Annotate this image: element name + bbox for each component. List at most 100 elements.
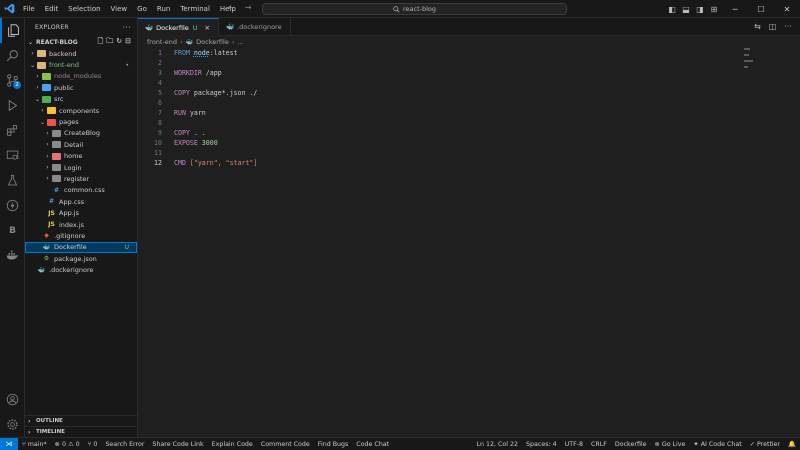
ai-code-chat-button[interactable]: ✦ AI Code Chat bbox=[689, 441, 745, 448]
settings-gear-icon[interactable] bbox=[0, 412, 25, 437]
close-window-icon[interactable]: ✕ bbox=[774, 0, 800, 18]
testing-flask-icon[interactable] bbox=[0, 168, 25, 193]
language-mode[interactable]: Dockerfile bbox=[611, 441, 651, 448]
remote-indicator-icon[interactable]: ⋊ bbox=[0, 437, 18, 450]
breadcrumb-more[interactable]: ... bbox=[237, 38, 243, 46]
compare-changes-icon[interactable]: ⇆ bbox=[754, 22, 761, 31]
command-center-search[interactable]: react-blog bbox=[262, 3, 567, 15]
breadcrumb-folder[interactable]: front-end bbox=[147, 38, 177, 46]
status-explain-code[interactable]: Explain Code bbox=[208, 441, 257, 448]
forward-arrow-icon[interactable]: → bbox=[245, 3, 252, 12]
tree-file[interactable]: 🐳 .dockerignore bbox=[25, 264, 137, 275]
tree-folder[interactable]: ⌄ front-end • bbox=[25, 59, 137, 70]
tree-folder[interactable]: › register bbox=[25, 173, 137, 184]
collapse-all-icon[interactable]: ⊟ bbox=[125, 37, 131, 48]
explorer-icon[interactable] bbox=[0, 18, 25, 43]
code-token: EXPOSE bbox=[174, 139, 202, 147]
go-live-button[interactable]: ⊚ Go Live bbox=[651, 441, 690, 448]
minimap[interactable] bbox=[744, 48, 758, 68]
tree-item-label: Login bbox=[64, 163, 82, 172]
code-line: 6 bbox=[138, 98, 800, 108]
menu-item-file[interactable]: File bbox=[18, 0, 40, 18]
lightning-icon[interactable] bbox=[0, 193, 25, 218]
close-tab-icon[interactable]: ✕ bbox=[205, 24, 210, 32]
tree-folder[interactable]: ⌄ src bbox=[25, 94, 137, 105]
code-editor[interactable]: 1 FROM node:latest 2 3 WORKDIR /app 4 5 COPY pa… bbox=[138, 48, 800, 168]
toggle-panel-icon[interactable]: ⬓ bbox=[680, 3, 692, 15]
extensions-icon[interactable] bbox=[0, 118, 25, 143]
prettier-button[interactable]: ✓ Prettier bbox=[746, 441, 784, 448]
tree-file[interactable]: ⚙ package.json bbox=[25, 253, 137, 264]
docker-file-icon: 🐳 bbox=[145, 23, 154, 32]
b-extension-icon[interactable]: B bbox=[0, 218, 25, 243]
accounts-icon[interactable] bbox=[0, 387, 25, 412]
folder-icon bbox=[52, 129, 61, 137]
tree-file[interactable]: JS App.js bbox=[25, 207, 137, 218]
new-folder-icon[interactable]: 🗀 bbox=[106, 37, 113, 48]
ports-indicator[interactable]: ⑂ 0 bbox=[84, 441, 102, 448]
tree-folder[interactable]: › Detail bbox=[25, 139, 137, 150]
tree-file[interactable]: ◆ .gitignore bbox=[25, 230, 137, 241]
menu-item-edit[interactable]: Edit bbox=[40, 0, 64, 18]
status-code-chat[interactable]: Code Chat bbox=[352, 441, 393, 448]
tree-folder[interactable]: › node_modules bbox=[25, 71, 137, 82]
folder-icon bbox=[42, 72, 51, 80]
menu-item-selection[interactable]: Selection bbox=[63, 0, 105, 18]
status-find-bugs[interactable]: Find Bugs bbox=[314, 441, 353, 448]
git-branch-icon: ⑂ bbox=[22, 440, 26, 448]
tree-folder[interactable]: › CreateBlog bbox=[25, 128, 137, 139]
run-debug-icon[interactable] bbox=[0, 93, 25, 118]
notifications-bell-icon[interactable]: 🔔 bbox=[784, 440, 800, 448]
split-editor-icon[interactable]: ◫ bbox=[769, 22, 777, 31]
timeline-section[interactable]: › TIMELINE bbox=[25, 426, 138, 437]
menu-item-go[interactable]: Go bbox=[132, 0, 152, 18]
branch-indicator[interactable]: ⑂ main* bbox=[18, 441, 51, 448]
tree-folder[interactable]: › public bbox=[25, 82, 137, 93]
editor-tabs: 🐳 Dockerfile U ✕ 🐳 .dockerignore ⇆ ◫ ··· bbox=[138, 18, 800, 36]
tree-file[interactable]: JS index.js bbox=[25, 219, 137, 230]
status-share-code-link[interactable]: Share Code Link bbox=[148, 441, 207, 448]
tree-item-label: Dockerfile bbox=[54, 243, 87, 252]
indentation[interactable]: Spaces: 4 bbox=[522, 441, 561, 448]
tab-dockerfile[interactable]: 🐳 Dockerfile U ✕ bbox=[138, 18, 219, 36]
new-file-icon[interactable]: 🗋 bbox=[98, 37, 104, 48]
refresh-icon[interactable]: ↻ bbox=[116, 37, 122, 48]
breadcrumb-file[interactable]: Dockerfile bbox=[196, 38, 229, 46]
chevron-right-icon: › bbox=[46, 175, 49, 183]
menu-item-run[interactable]: Run bbox=[152, 0, 175, 18]
more-actions-icon[interactable]: ··· bbox=[784, 22, 792, 31]
tree-folder[interactable]: › backend bbox=[25, 48, 137, 59]
status-comment-code[interactable]: Comment Code bbox=[257, 441, 314, 448]
outline-section[interactable]: › OUTLINE bbox=[25, 415, 138, 426]
remote-explorer-icon[interactable] bbox=[0, 143, 25, 168]
chevron-down-icon: ⌄ bbox=[34, 95, 41, 103]
customize-layout-icon[interactable]: ⊞ bbox=[708, 3, 720, 15]
status-search-error[interactable]: Search Error bbox=[101, 441, 148, 448]
tree-file[interactable]: 🐳 Dockerfile U bbox=[25, 241, 137, 254]
back-arrow-icon[interactable]: ← bbox=[228, 3, 235, 12]
tree-file[interactable]: # App.css bbox=[25, 196, 137, 207]
tree-folder[interactable]: › Login bbox=[25, 162, 137, 173]
toggle-secondary-sidebar-icon[interactable]: ◨ bbox=[694, 3, 706, 15]
project-header[interactable]: ⌄ REACT-BLOG 🗋 🗀 ↻ ⊟ bbox=[25, 36, 137, 48]
tree-folder[interactable]: › components bbox=[25, 105, 137, 116]
file-tree: › backend ⌄ front-end • › node_modules › public ⌄… bbox=[25, 48, 137, 276]
more-actions-icon[interactable]: ··· bbox=[122, 23, 131, 32]
explorer-sidebar: EXPLORER ··· ⌄ REACT-BLOG 🗋 🗀 ↻ ⊟ › backe… bbox=[25, 18, 138, 437]
menu-item-view[interactable]: View bbox=[106, 0, 133, 18]
tree-folder[interactable]: ⌄ pages bbox=[25, 116, 137, 127]
minimize-icon[interactable]: ─ bbox=[722, 0, 748, 18]
encoding[interactable]: UTF-8 bbox=[561, 441, 587, 448]
search-view-icon[interactable] bbox=[0, 43, 25, 68]
tab-dockerignore[interactable]: 🐳 .dockerignore bbox=[219, 18, 291, 36]
line-ending[interactable]: CRLF bbox=[587, 441, 611, 448]
tree-folder[interactable]: › home bbox=[25, 151, 137, 162]
toggle-primary-sidebar-icon[interactable]: ◧ bbox=[666, 3, 678, 15]
source-control-icon[interactable]: 2 bbox=[0, 68, 25, 93]
tree-file[interactable]: # common.css bbox=[25, 185, 137, 196]
menu-item-terminal[interactable]: Terminal bbox=[175, 0, 215, 18]
docker-icon[interactable] bbox=[0, 243, 25, 268]
maximize-icon[interactable]: ☐ bbox=[748, 0, 774, 18]
cursor-position[interactable]: Ln 12, Col 22 bbox=[472, 441, 522, 448]
problems-indicator[interactable]: ⊗ 0 ⚠ 0 bbox=[51, 441, 84, 448]
